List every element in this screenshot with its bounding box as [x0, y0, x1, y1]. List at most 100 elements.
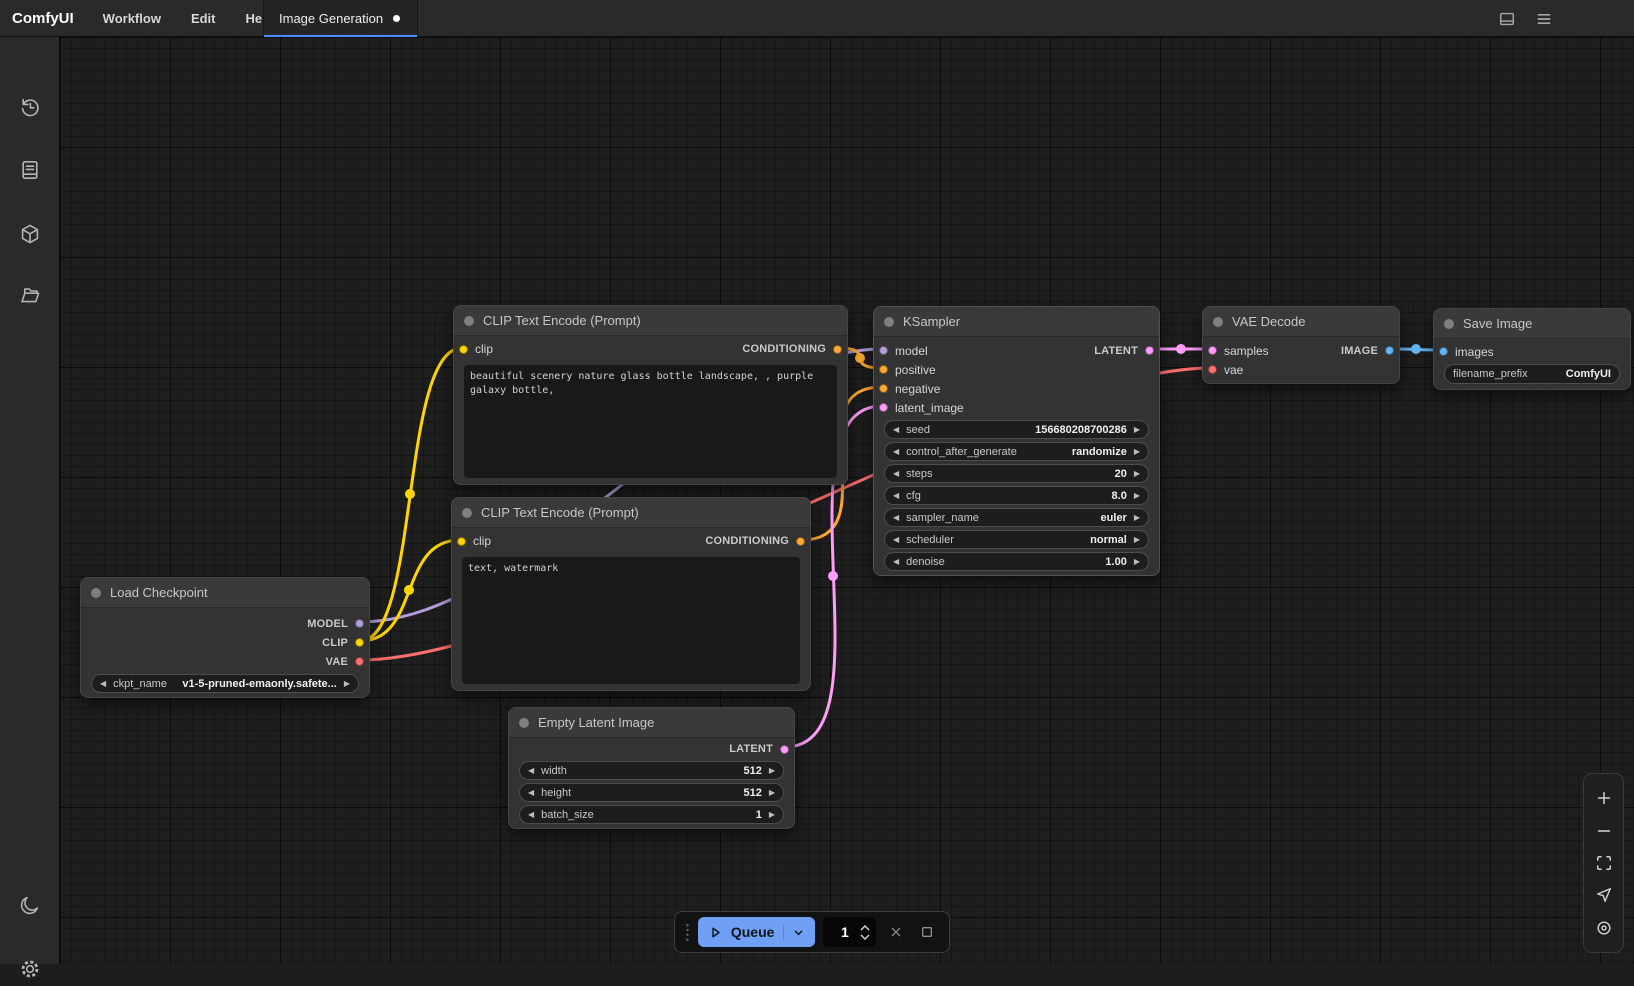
decrement-arrow-icon[interactable]: ◀ [528, 789, 534, 797]
interrupt-button[interactable] [916, 920, 939, 944]
node-collapse-dot[interactable] [1213, 317, 1223, 327]
output-slot-conditioning[interactable] [833, 345, 842, 354]
bottom-panel-toggle-button[interactable] [1495, 7, 1519, 31]
count-decrement-icon[interactable] [860, 934, 870, 940]
input-slot-positive[interactable] [879, 365, 888, 374]
input-slot-images[interactable] [1439, 347, 1448, 356]
queue-button[interactable]: Queue [698, 917, 816, 947]
count-increment-icon[interactable] [860, 925, 870, 931]
widget-height[interactable]: ◀ height 512 ▶ [519, 783, 784, 802]
batch-count-input[interactable]: 1 [823, 917, 876, 947]
increment-arrow-icon[interactable]: ▶ [769, 811, 775, 819]
widget-scheduler[interactable]: ◀ scheduler normal ▶ [884, 530, 1149, 549]
sidebar-item-workflows[interactable] [18, 283, 42, 307]
queue-options-dropdown[interactable] [783, 925, 806, 940]
prompt-textarea[interactable]: text, watermark [462, 557, 800, 684]
node-title-bar[interactable]: CLIP Text Encode (Prompt) [454, 306, 847, 336]
increment-arrow-icon[interactable]: ▶ [1134, 536, 1140, 544]
node-clip-text-encode-negative[interactable]: CLIP Text Encode (Prompt) clip CONDITION… [451, 497, 811, 691]
node-collapse-dot[interactable] [462, 508, 472, 518]
sidebar-item-queue[interactable] [18, 158, 42, 182]
node-collapse-dot[interactable] [464, 316, 474, 326]
sidebar-item-history[interactable] [18, 95, 42, 119]
widget-cfg[interactable]: ◀ cfg 8.0 ▶ [884, 486, 1149, 505]
node-collapse-dot[interactable] [91, 588, 101, 598]
toggle-link-visibility-button[interactable] [1591, 915, 1617, 941]
node-title-bar[interactable]: KSampler [874, 307, 1159, 337]
fit-view-button[interactable] [1591, 850, 1617, 876]
widget-batch-size[interactable]: ◀ batch_size 1 ▶ [519, 805, 784, 824]
output-slot-image[interactable] [1385, 346, 1394, 355]
drag-handle[interactable] [685, 922, 690, 942]
node-title-bar[interactable]: CLIP Text Encode (Prompt) [452, 498, 810, 528]
decrement-arrow-icon[interactable]: ◀ [893, 514, 899, 522]
node-ksampler[interactable]: KSampler model LATENT positive negative … [873, 306, 1160, 576]
output-slot-conditioning[interactable] [796, 537, 805, 546]
increment-arrow-icon[interactable]: ▶ [769, 789, 775, 797]
output-slot-vae[interactable] [355, 657, 364, 666]
input-slot-negative[interactable] [879, 384, 888, 393]
tab-image-generation[interactable]: Image Generation [263, 0, 418, 37]
node-graph-canvas[interactable] [60, 37, 1634, 964]
decrement-arrow-icon[interactable]: ◀ [100, 680, 106, 688]
input-slot-model[interactable] [879, 346, 888, 355]
zoom-out-button[interactable] [1591, 818, 1617, 844]
widget-steps[interactable]: ◀ steps 20 ▶ [884, 464, 1149, 483]
input-slot-latent-image[interactable] [879, 403, 888, 412]
settings-button[interactable] [18, 957, 42, 981]
menu-edit[interactable]: Edit [176, 0, 231, 36]
output-slot-latent[interactable] [1145, 346, 1154, 355]
increment-arrow-icon[interactable]: ▶ [1134, 514, 1140, 522]
node-save-image[interactable]: Save Image images filename_prefix ComfyU… [1433, 308, 1631, 390]
node-title-bar[interactable]: Empty Latent Image [509, 708, 794, 738]
decrement-arrow-icon[interactable]: ◀ [893, 448, 899, 456]
decrement-arrow-icon[interactable]: ◀ [528, 767, 534, 775]
increment-arrow-icon[interactable]: ▶ [1134, 448, 1140, 456]
increment-arrow-icon[interactable]: ▶ [769, 767, 775, 775]
widget-sampler-name[interactable]: ◀ sampler_name euler ▶ [884, 508, 1149, 527]
node-collapse-dot[interactable] [884, 317, 894, 327]
clear-queue-button[interactable] [884, 920, 907, 944]
increment-arrow-icon[interactable]: ▶ [1134, 426, 1140, 434]
node-clip-text-encode-positive[interactable]: CLIP Text Encode (Prompt) clip CONDITION… [453, 305, 848, 485]
node-title: VAE Decode [1232, 314, 1305, 329]
prompt-textarea[interactable]: beautiful scenery nature glass bottle la… [464, 365, 837, 478]
decrement-arrow-icon[interactable]: ◀ [893, 470, 899, 478]
zoom-in-button[interactable] [1591, 785, 1617, 811]
node-empty-latent-image[interactable]: Empty Latent Image LATENT ◀ width 512 ▶ … [508, 707, 795, 829]
input-slot-clip[interactable] [459, 345, 468, 354]
increment-arrow-icon[interactable]: ▶ [1134, 492, 1140, 500]
widget-seed[interactable]: ◀ seed 156680208700286 ▶ [884, 420, 1149, 439]
decrement-arrow-icon[interactable]: ◀ [893, 492, 899, 500]
menu-workflow[interactable]: Workflow [88, 0, 176, 36]
node-load-checkpoint[interactable]: Load Checkpoint MODEL CLIP VAE ◀ ckpt_na… [80, 577, 370, 698]
main-menu-button[interactable] [1532, 7, 1556, 31]
increment-arrow-icon[interactable]: ▶ [1134, 558, 1140, 566]
input-slot-samples[interactable] [1208, 346, 1217, 355]
widget-filename-prefix[interactable]: filename_prefix ComfyUI [1444, 364, 1620, 384]
decrement-arrow-icon[interactable]: ◀ [528, 811, 534, 819]
node-title-bar[interactable]: Save Image [1434, 309, 1630, 339]
node-vae-decode[interactable]: VAE Decode samples IMAGE vae [1202, 306, 1400, 384]
input-slot-vae[interactable] [1208, 365, 1217, 374]
sidebar-item-node-library[interactable] [18, 222, 42, 246]
node-title-bar[interactable]: VAE Decode [1203, 307, 1399, 337]
output-slot-clip[interactable] [355, 638, 364, 647]
decrement-arrow-icon[interactable]: ◀ [893, 536, 899, 544]
node-title-bar[interactable]: Load Checkpoint [81, 578, 369, 608]
increment-arrow-icon[interactable]: ▶ [1134, 470, 1140, 478]
decrement-arrow-icon[interactable]: ◀ [893, 426, 899, 434]
node-collapse-dot[interactable] [519, 718, 529, 728]
node-collapse-dot[interactable] [1444, 319, 1454, 329]
select-mode-button[interactable] [1591, 882, 1617, 908]
input-slot-clip[interactable] [457, 537, 466, 546]
theme-toggle-button[interactable] [18, 893, 42, 917]
widget-width[interactable]: ◀ width 512 ▶ [519, 761, 784, 780]
decrement-arrow-icon[interactable]: ◀ [893, 558, 899, 566]
increment-arrow-icon[interactable]: ▶ [344, 680, 350, 688]
output-slot-latent[interactable] [780, 745, 789, 754]
widget-ckpt-name[interactable]: ◀ ckpt_name v1-5-pruned-emaonly.safete..… [91, 674, 359, 693]
widget-denoise[interactable]: ◀ denoise 1.00 ▶ [884, 552, 1149, 571]
widget-control-after-generate[interactable]: ◀ control_after_generate randomize ▶ [884, 442, 1149, 461]
output-slot-model[interactable] [355, 619, 364, 628]
